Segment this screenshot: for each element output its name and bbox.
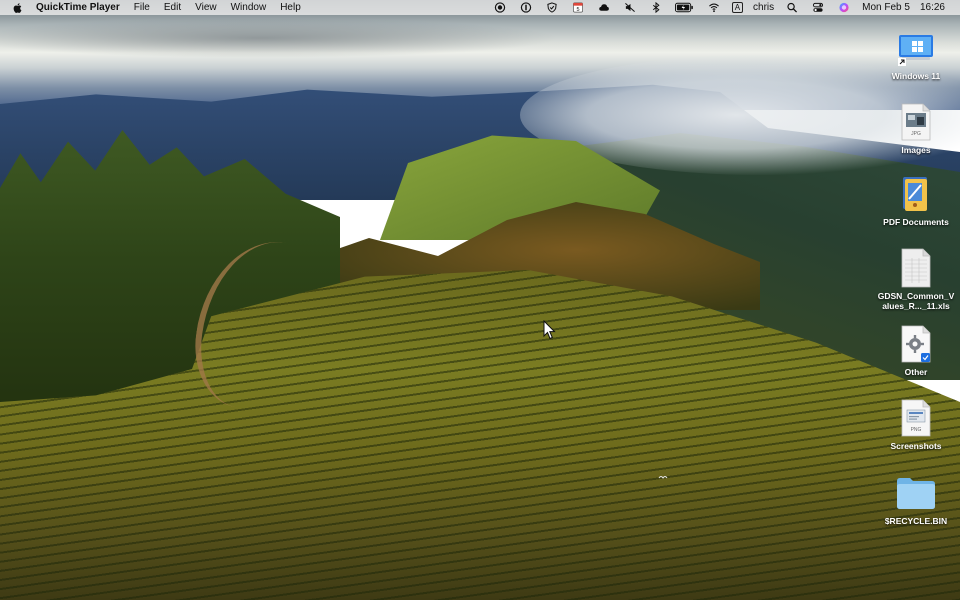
calendar-icon[interactable]: 5 xyxy=(571,2,585,13)
desktop-icon-label: PDF Documents xyxy=(883,217,949,227)
menu-window[interactable]: Window xyxy=(231,2,267,13)
shield-icon[interactable] xyxy=(545,2,559,13)
spreadsheet-file-icon xyxy=(896,248,936,288)
settings-document-icon xyxy=(896,324,936,364)
search-icon[interactable] xyxy=(785,2,799,13)
input-source-indicator[interactable]: A xyxy=(731,2,744,13)
menu-edit[interactable]: Edit xyxy=(164,2,181,13)
menu-file[interactable]: File xyxy=(134,2,150,13)
user-name[interactable]: chris xyxy=(753,2,774,13)
svg-text:PNG: PNG xyxy=(911,427,922,433)
cloud-icon[interactable] xyxy=(597,2,611,13)
pdf-documents-icon xyxy=(896,174,936,214)
menu-bar: QuickTime Player File Edit View Window H… xyxy=(0,0,960,15)
svg-text:5: 5 xyxy=(576,7,579,13)
desktop-icon-label: Images xyxy=(901,145,931,155)
desktop-icon-images[interactable]: JPG Images xyxy=(871,102,960,155)
desktop-icon-pdf-documents[interactable]: PDF Documents xyxy=(871,174,960,227)
desktop-icon-label: Screenshots xyxy=(890,441,942,451)
jpg-file-icon: JPG xyxy=(896,102,936,142)
mute-icon[interactable] xyxy=(623,2,637,13)
onepassword-icon[interactable] xyxy=(519,2,533,13)
control-center-icon[interactable] xyxy=(811,2,825,13)
bluetooth-icon[interactable] xyxy=(649,2,663,13)
alias-arrow-icon xyxy=(898,58,906,66)
menu-bar-left: QuickTime Player File Edit View Window H… xyxy=(0,2,315,14)
desktop-icon-gdsn-spreadsheet[interactable]: GDSN_Common_Values_R..._11.xls xyxy=(871,248,960,311)
desktop-icon-label: $RECYCLE.BIN xyxy=(884,516,948,526)
desktop-icon-other[interactable]: Other xyxy=(871,324,960,377)
apple-menu-icon[interactable] xyxy=(12,2,24,14)
wifi-icon[interactable] xyxy=(707,2,721,13)
desktop-icon-label: Other xyxy=(904,367,928,377)
desktop-icon-windows-11[interactable]: Windows 11 xyxy=(871,28,960,81)
svg-text:JPG: JPG xyxy=(911,131,921,137)
menu-bar-status-area: 5 A chris Mon Feb 5 16:26 xyxy=(487,0,950,15)
desktop-icon-recycle-bin[interactable]: $RECYCLE.BIN xyxy=(871,473,960,526)
folder-icon xyxy=(896,473,936,513)
mouse-pointer-icon xyxy=(543,320,556,340)
desktop-icon-label: GDSN_Common_Values_R..._11.xls xyxy=(877,291,955,311)
desktop-wallpaper xyxy=(0,0,960,600)
desktop-icon-screenshots[interactable]: PNG Screenshots xyxy=(871,398,960,451)
menu-app-name[interactable]: QuickTime Player xyxy=(36,2,120,13)
windows-app-icon xyxy=(896,28,936,68)
siri-icon[interactable] xyxy=(837,2,851,13)
desktop-icon-label: Windows 11 xyxy=(891,71,941,81)
wallpaper-bird-mark xyxy=(658,476,668,479)
menu-view[interactable]: View xyxy=(195,2,217,13)
menu-help[interactable]: Help xyxy=(280,2,301,13)
record-icon[interactable] xyxy=(493,2,507,13)
menu-date[interactable]: Mon Feb 5 xyxy=(862,2,910,13)
png-file-icon: PNG xyxy=(896,398,936,438)
menu-time[interactable]: 16:26 xyxy=(920,2,945,13)
battery-icon[interactable] xyxy=(675,2,695,13)
